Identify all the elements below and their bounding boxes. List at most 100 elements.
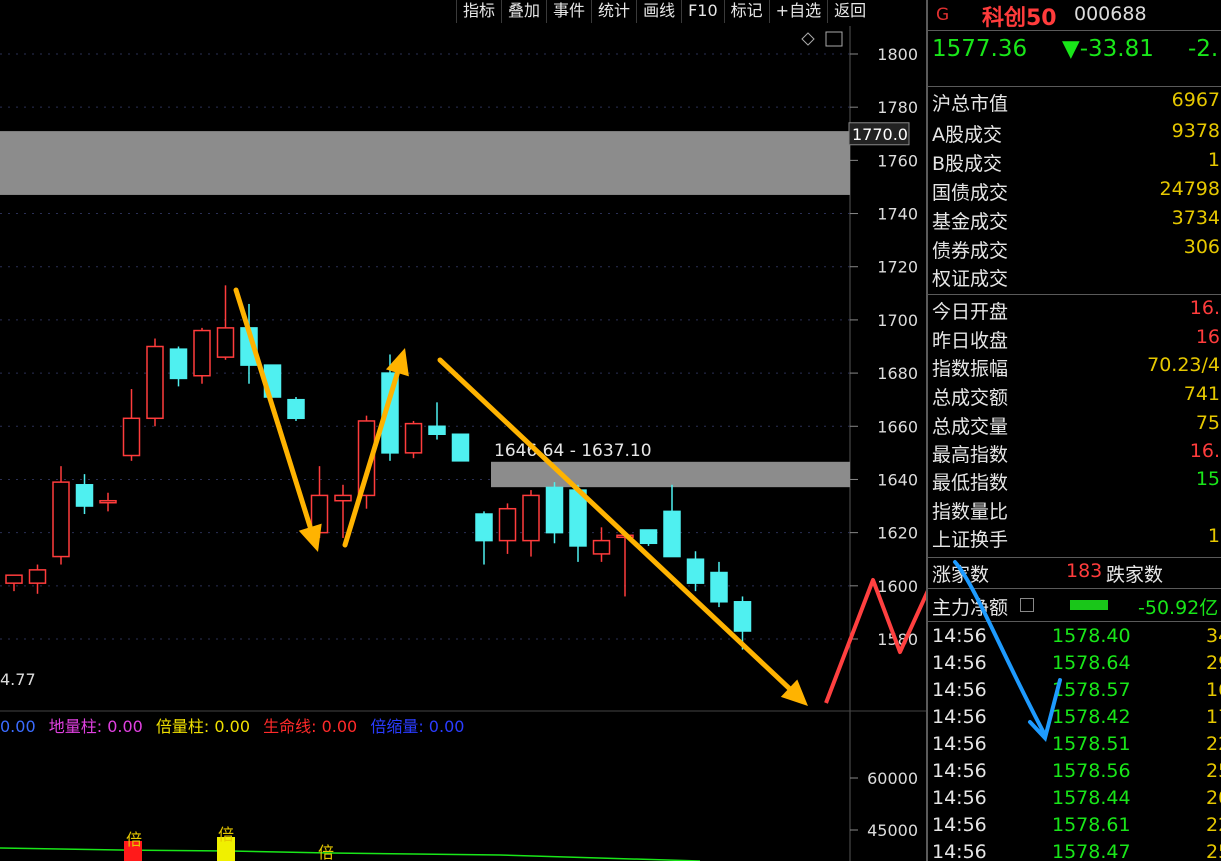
chart-toolbar: 指标 叠加 事件 统计 画线 F10 标记 +自选 返回 [456,0,926,24]
stat-label: 指数量比 [932,501,1009,523]
stat-value: 306 [1183,236,1220,258]
price-marker-label: 1770.0 [852,125,908,144]
tick-time: 14:56 [932,625,987,647]
stat-row: 最低指数 15 [928,467,1221,494]
tick-volume: 22 [1206,733,1221,755]
candle-body [5,574,23,584]
candle-body [498,507,517,542]
price-change-pct: -2. [1188,36,1219,62]
tick-volume: 17 [1206,706,1221,728]
tick-price: 1578.64 [1052,652,1131,674]
toolbar-overlay-button[interactable]: 叠加 [501,0,546,23]
note-icon[interactable] [1020,598,1034,612]
toolbar-draw-button[interactable]: 画线 [636,0,681,23]
tick-volume: 25 [1206,841,1221,861]
stat-label: 总成交额 [932,387,1009,409]
tick-price: 1578.44 [1052,787,1131,809]
tick-price: 1578.61 [1052,814,1131,836]
tick-time: 14:56 [932,841,987,861]
quote-panel: G 科创50 000688 1577.36 ▼-33.81 -2. 沪总市值 69… [926,0,1221,861]
tick-volume: 34 [1206,625,1221,647]
toolbar-event-button[interactable]: 事件 [546,0,591,23]
stat-row: 基金成交 3734 [928,206,1221,233]
stat-value: 24798 [1159,178,1220,200]
toolbar-stats-button[interactable]: 统计 [591,0,636,23]
legend-item-3: 生命线: 0.00 [263,717,358,736]
divider [928,30,1221,31]
candle-body [146,345,164,420]
toolbar-back-button[interactable]: 返回 [827,0,872,23]
tick-row: 14:56 1578.51 22 [928,733,1221,760]
indicator-legend: 0.00 地量柱: 0.00 倍量柱: 0.00 生命线: 0.00 倍缩量: … [0,713,472,736]
diamond-icon [801,32,815,46]
candle-body [451,433,470,462]
tick-volume: 16 [1206,679,1221,701]
net-flow-label: 主力净额 [932,597,1009,619]
stat-value: 741 [1183,383,1220,405]
divider [928,294,1221,295]
candle-body [569,489,587,547]
index-code: 000688 [1074,3,1147,25]
candle-body [710,571,728,603]
divider [928,588,1221,589]
y-tick-label: 1760 [877,151,918,170]
stat-label: 最低指数 [932,472,1009,494]
candle-body [522,494,540,542]
candle-body [75,484,94,507]
toolbar-f10-button[interactable]: F10 [681,0,724,23]
toolbar-add-watchlist-button[interactable]: +自选 [768,0,827,23]
down-arrow-1 [233,287,322,552]
arrow-head [298,523,322,552]
tick-volume: 29 [1206,652,1221,674]
candle-body [428,425,446,436]
stat-label: 权证成交 [932,268,1009,290]
stat-row: 今日开盘 16. [928,296,1221,323]
volume-marker-label: 倍 [126,830,142,849]
candle-body [545,486,564,534]
divider [928,621,1221,622]
tick-row: 14:56 1578.61 22 [928,814,1221,841]
index-name: 科创50 [982,6,1057,31]
toolbar-indicator-button[interactable]: 指标 [456,0,501,23]
stat-label: 国债成交 [932,182,1009,204]
tick-volume: 22 [1206,814,1221,836]
candle-body [52,481,70,558]
tick-time: 14:56 [932,733,987,755]
tick-price: 1578.42 [1052,706,1131,728]
up-arrow [342,348,409,548]
toolbar-mark-button[interactable]: 标记 [723,0,769,23]
net-flow-bar [1070,600,1108,610]
y-tick-label: 1660 [877,417,918,436]
stat-value: 3734 [1171,207,1220,229]
stat-label: 总成交量 [932,416,1009,438]
stat-row: 权证成交 [928,263,1221,290]
y-tick-label: 1800 [877,45,918,64]
adv-dec-row: 涨家数 183 跌家数 [928,559,1221,586]
stat-row: 指数振幅 70.23/4 [928,353,1221,380]
y-tick-label: 1680 [877,364,918,383]
volume-marker-label: 倍 [318,843,334,861]
adv-value: 183 [1066,560,1103,582]
last-price: 1577.36 [932,36,1028,62]
candle-body [193,329,211,377]
tick-price: 1578.47 [1052,841,1131,861]
candle-body [169,348,188,380]
candle-body [404,422,423,454]
stat-label: B股成交 [932,153,1003,175]
zone-mid-label: 1646.64 - 1637.10 [494,441,652,461]
tick-volume: 25 [1206,760,1221,782]
stat-value: 15 [1195,468,1220,490]
tick-time: 14:56 [932,706,987,728]
adv-label: 涨家数 [932,564,990,586]
stat-value: 16. [1189,440,1220,462]
tick-row: 14:56 1578.44 20 [928,787,1221,814]
y-tick-label: 1600 [877,577,918,596]
candle-body [686,558,705,584]
tick-row: 14:56 1578.42 17 [928,706,1221,733]
stat-row: 沪总市值 6967 [928,88,1221,115]
volume-marker-label: 倍 [218,825,234,844]
candle-body [733,601,752,632]
candle-body [639,529,658,545]
stat-label: 今日开盘 [932,301,1009,323]
tick-price: 1578.57 [1052,679,1131,701]
